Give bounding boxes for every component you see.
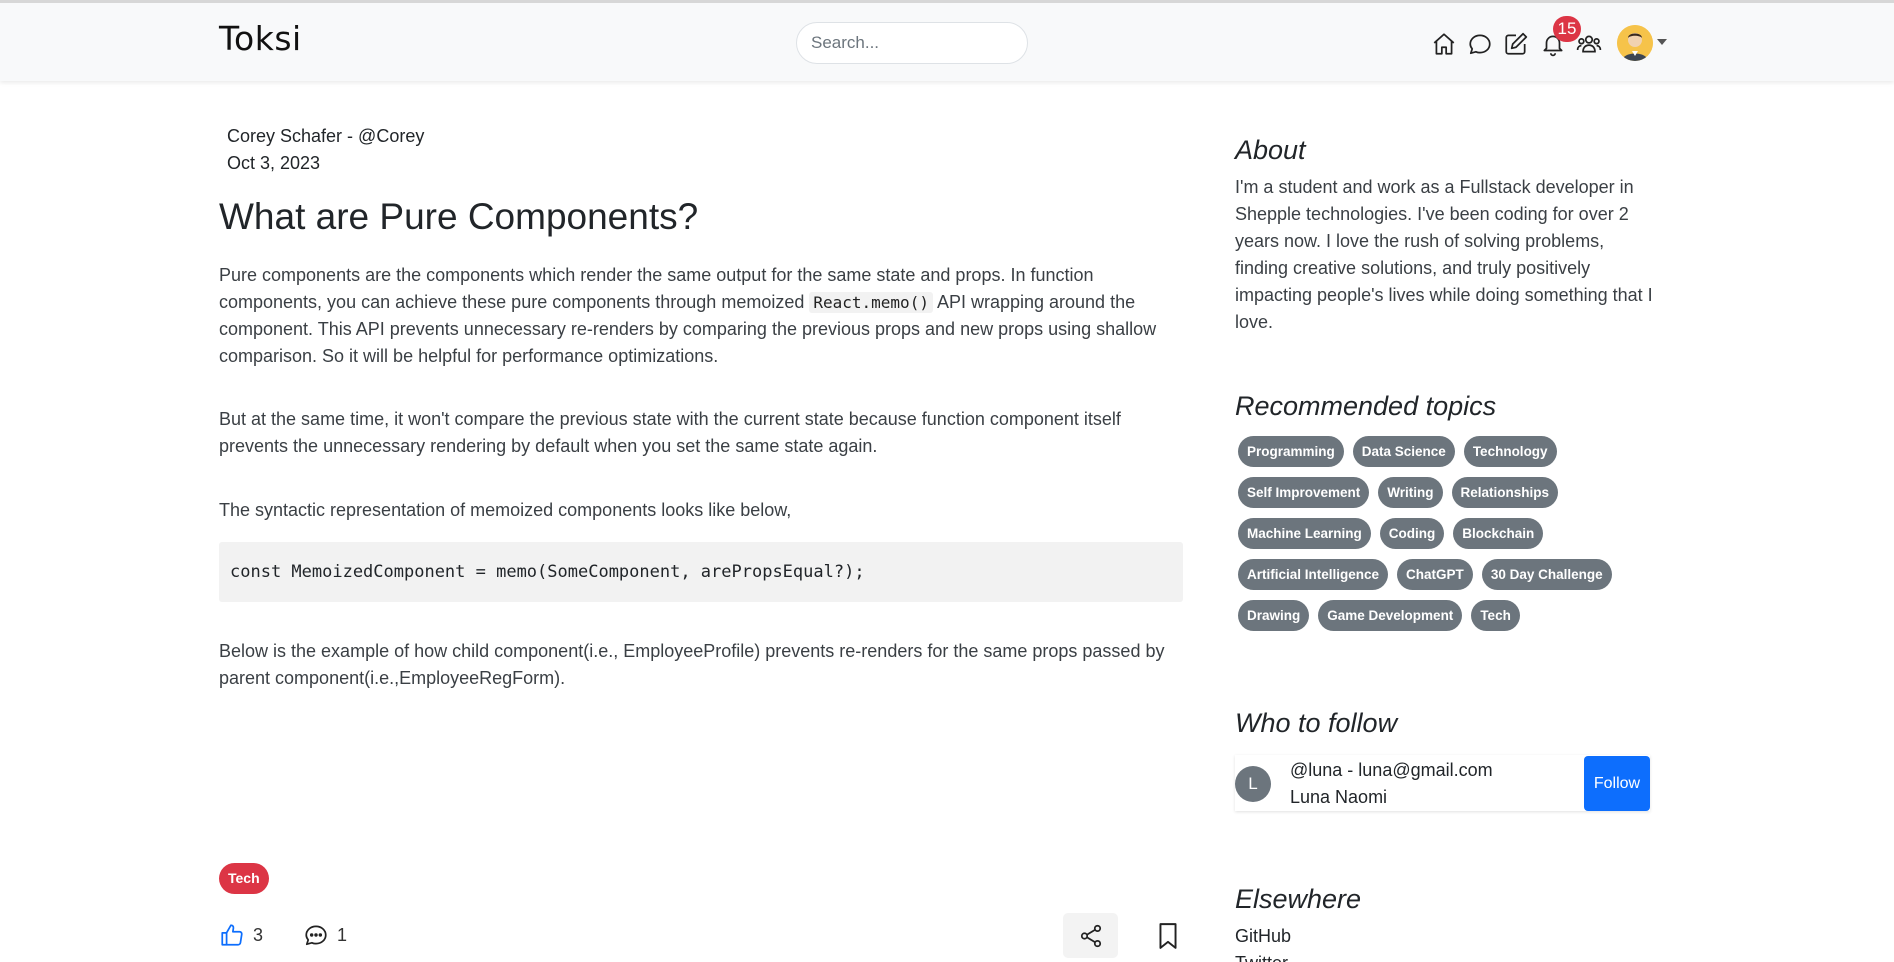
topic-pill[interactable]: ChatGPT [1397,559,1473,590]
brand-logo[interactable]: Toksi [219,19,302,58]
chevron-down-icon[interactable] [1657,39,1667,45]
comment-button[interactable]: 1 [303,922,347,948]
topic-pill[interactable]: Artificial Intelligence [1238,559,1389,590]
thumbs-up-icon [221,924,243,946]
topic-pill[interactable]: Data Science [1352,436,1455,467]
topic-row: Machine Learning Coding Blockchain [1238,518,1658,549]
topics-list: Programming Data Science Technology Self… [1238,436,1658,641]
topic-pill[interactable]: Programming [1238,436,1344,467]
article-tag[interactable]: Tech [219,863,269,894]
topic-pill[interactable]: Relationships [1451,477,1559,508]
home-icon[interactable] [1431,31,1457,57]
follow-name: Luna Naomi [1290,787,1388,807]
like-count: 3 [253,924,264,945]
share-button[interactable] [1063,913,1118,958]
twitter-link[interactable]: Twitter [1235,953,1288,962]
comment-count: 1 [337,924,348,945]
share-icon [1080,924,1101,947]
topic-pill[interactable]: Self Improvement [1238,477,1370,508]
article-paragraph-3: The syntactic representation of memoized… [219,500,792,520]
article-title: What are Pure Components? [219,196,699,237]
topic-pill[interactable]: Coding [1379,518,1445,549]
article-paragraph-1: Pure components are the components which… [219,262,1184,370]
follow-heading: Who to follow [1235,708,1398,738]
comment-icon [305,925,327,946]
article-paragraph-4: Below is the example of how child compon… [219,641,1165,688]
article-paragraph-2: But at the same time, it won't compare t… [219,409,1121,456]
avatar[interactable]: L [1235,766,1271,802]
about-text: I'm a student and work as a Fullstack de… [1235,177,1653,332]
topic-pill[interactable]: Machine Learning [1238,518,1371,549]
inline-code: React.memo() [809,292,933,313]
compose-icon[interactable] [1503,31,1529,57]
code-block: const MemoizedComponent = memo(SomeCompo… [219,542,1183,602]
article-author[interactable]: Corey Schafer - @Corey [227,126,424,147]
chat-icon[interactable] [1467,31,1493,57]
top-navbar: Toksi 15 [0,0,1894,81]
like-button[interactable]: 3 [219,922,263,948]
topic-pill[interactable]: Game Development [1318,600,1463,631]
topic-pill[interactable]: 30 Day Challenge [1481,559,1612,590]
topic-pill[interactable]: Writing [1378,477,1443,508]
bookmark-icon[interactable] [1155,922,1181,950]
user-avatar[interactable] [1617,25,1653,61]
people-icon[interactable] [1576,31,1602,57]
topic-row: Programming Data Science Technology [1238,436,1658,467]
topic-row: Drawing Game Development Tech [1238,600,1658,631]
search-input[interactable] [796,22,1028,64]
article-date: Oct 3, 2023 [227,153,321,173]
elsewhere-heading: Elsewhere [1235,884,1362,914]
about-heading: About [1235,135,1306,165]
topic-row: Artificial Intelligence ChatGPT 30 Day C… [1238,559,1658,590]
follow-button[interactable]: Follow [1584,756,1650,811]
topics-heading: Recommended topics [1235,391,1497,421]
topic-row: Self Improvement Writing Relationships [1238,477,1658,508]
github-link[interactable]: GitHub [1235,926,1291,947]
topic-pill[interactable]: Drawing [1238,600,1310,631]
topic-pill[interactable]: Technology [1463,436,1557,467]
topic-pill[interactable]: Blockchain [1453,518,1544,549]
follow-handle[interactable]: @luna - luna@gmail.com [1290,760,1493,781]
topic-pill[interactable]: Tech [1471,600,1520,631]
